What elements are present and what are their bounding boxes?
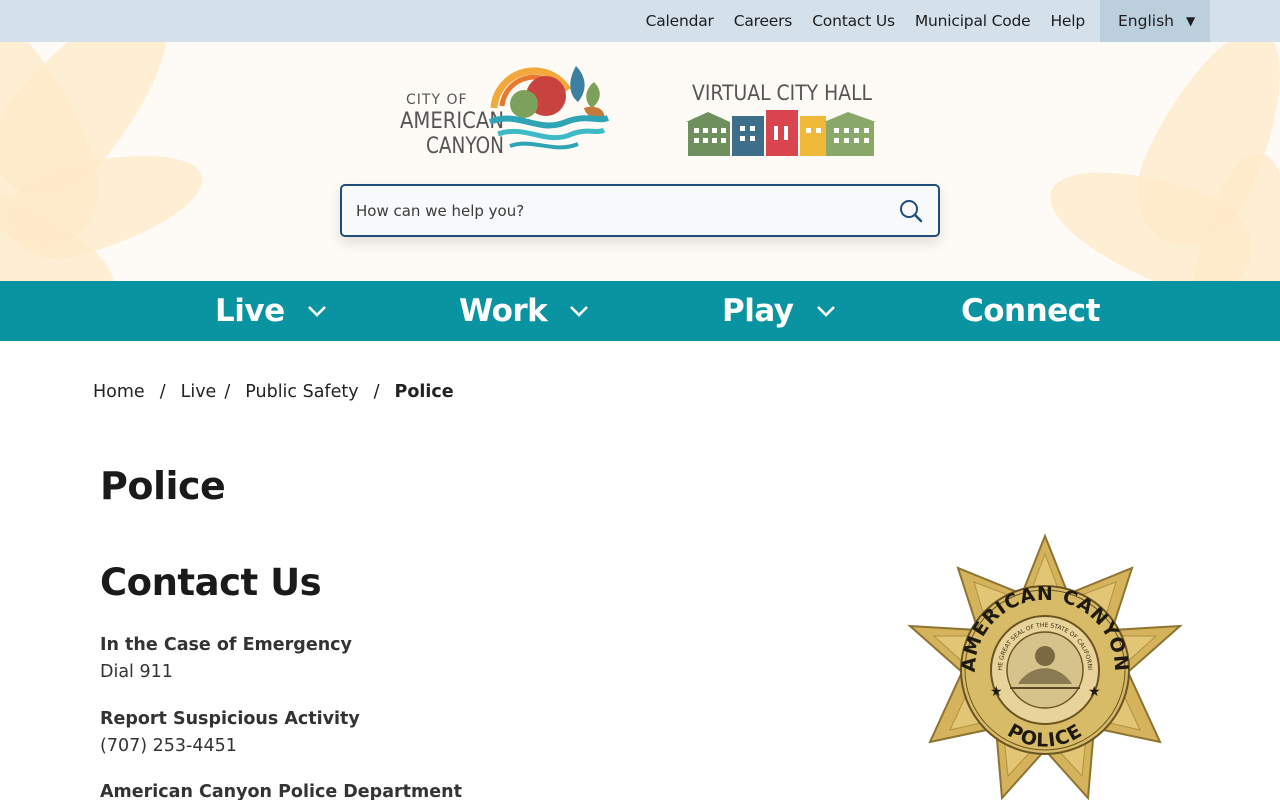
breadcrumb-separator: / <box>373 382 380 402</box>
contact-label: Report Suspicious Activity <box>100 709 360 729</box>
breadcrumb-separator: / <box>224 382 231 402</box>
section-title: Contact Us <box>100 561 322 604</box>
nav-item-play[interactable]: Play <box>722 281 836 341</box>
page-title: Police <box>100 464 226 508</box>
contact-department: American Canyon Police Department <box>100 779 462 800</box>
contact-label: American Canyon Police Department <box>100 782 462 800</box>
breadcrumb: Home / Live / Public Safety / Police <box>93 382 454 402</box>
svg-text:VIRTUAL CITY HALL: VIRTUAL CITY HALL <box>692 81 872 105</box>
main-nav: Live Work Play Connect <box>0 281 1280 341</box>
nav-item-connect[interactable]: Connect <box>961 281 1100 341</box>
police-badge-graphic: AMERICAN CANYON POLICE THE GREAT SEAL OF… <box>903 527 1183 800</box>
svg-text:AMERICAN: AMERICAN <box>400 109 504 134</box>
virtual-city-hall-graphic: VIRTUAL CITY HALL <box>686 81 876 156</box>
nav-item-label: Play <box>722 293 794 329</box>
site-search <box>340 184 940 237</box>
breadcrumb-home[interactable]: Home <box>93 382 145 402</box>
virtual-city-hall-logo[interactable]: VIRTUAL CITY HALL <box>684 78 880 160</box>
nav-item-work[interactable]: Work <box>459 281 589 341</box>
caret-down-icon: ▼ <box>1185 14 1196 28</box>
police-badge-image: AMERICAN CANYON POLICE THE GREAT SEAL OF… <box>903 527 1184 800</box>
chevron-down-icon <box>570 306 589 317</box>
breadcrumb-current: Police <box>394 382 454 402</box>
municipal-code-link[interactable]: Municipal Code <box>915 12 1031 30</box>
svg-text:★: ★ <box>990 684 1003 700</box>
contact-emergency: In the Case of Emergency Dial 911 <box>100 632 352 686</box>
utility-links: Calendar Careers Contact Us Municipal Co… <box>626 0 1210 42</box>
contact-label: In the Case of Emergency <box>100 635 352 655</box>
help-link[interactable]: Help <box>1050 12 1085 30</box>
search-icon[interactable] <box>898 198 924 224</box>
nav-item-label: Work <box>459 293 548 329</box>
careers-link[interactable]: Careers <box>734 12 793 30</box>
calendar-link[interactable]: Calendar <box>646 12 714 30</box>
language-select[interactable]: English ▼ <box>1100 0 1210 42</box>
utility-bar: Calendar Careers Contact Us Municipal Co… <box>0 0 1280 42</box>
nav-item-label: Connect <box>961 293 1100 329</box>
contact-value: Dial 911 <box>100 662 173 682</box>
city-logo[interactable]: CITY OF AMERICAN CANYON <box>398 60 613 160</box>
language-label: English <box>1118 12 1174 30</box>
svg-text:★: ★ <box>1088 684 1101 700</box>
city-logo-graphic: CITY OF AMERICAN CANYON <box>400 66 610 159</box>
breadcrumb-public-safety[interactable]: Public Safety <box>245 382 358 402</box>
svg-text:CITY OF: CITY OF <box>406 92 468 108</box>
chevron-down-icon <box>816 306 835 317</box>
nav-item-live[interactable]: Live <box>215 281 327 341</box>
nav-item-label: Live <box>215 293 285 329</box>
site-header: CITY OF AMERICAN CANYON VIRTUAL CITY HAL… <box>0 42 1280 281</box>
svg-text:CANYON: CANYON <box>426 134 504 159</box>
chevron-down-icon <box>307 306 326 317</box>
contact-suspicious-activity: Report Suspicious Activity (707) 253-445… <box>100 706 360 760</box>
breadcrumb-live[interactable]: Live <box>181 382 217 402</box>
phone-link[interactable]: (707) 253-4451 <box>100 733 360 760</box>
contact-us-link[interactable]: Contact Us <box>812 12 895 30</box>
breadcrumb-separator: / <box>159 382 166 402</box>
search-input[interactable] <box>356 201 876 220</box>
